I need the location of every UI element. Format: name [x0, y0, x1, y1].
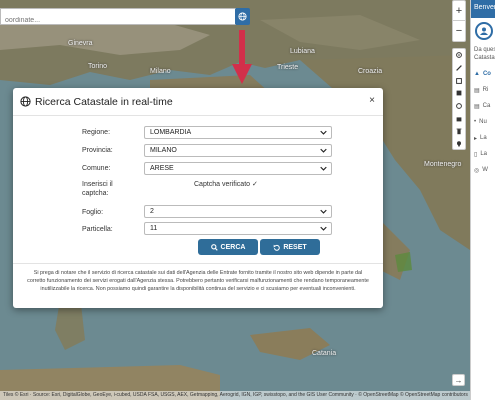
map-label-milano: Milano	[150, 68, 171, 75]
circle-icon	[456, 103, 462, 109]
chevron-down-icon	[320, 226, 327, 231]
close-icon[interactable]: ×	[369, 96, 375, 106]
pencil-icon	[456, 65, 462, 71]
map-label-lubiana: Lubiana	[290, 48, 315, 55]
search-button[interactable]	[235, 8, 250, 25]
globe-icon	[238, 12, 247, 21]
provincia-select[interactable]: MILANO	[144, 144, 332, 157]
map-attribution: Tiles © Esri · Source: Esri, DigitalGlob…	[0, 391, 495, 400]
avatar[interactable]	[475, 22, 493, 40]
pin-icon: •	[474, 119, 477, 125]
particella-value: 11	[150, 225, 158, 232]
bookmark-icon: ▸	[474, 135, 478, 142]
draw-circle-button[interactable]	[453, 100, 465, 113]
foglio-label: Foglio:	[82, 209, 104, 216]
zoom-out-button[interactable]: −	[453, 21, 465, 41]
panel-item-layer-2[interactable]: ▯ La	[471, 146, 495, 162]
chevron-down-icon	[320, 209, 327, 214]
map-label-ginevra: Ginevra	[68, 40, 93, 47]
side-panel: Benvenuto Da questo Catastale. ▲Co ▤Ri ▤…	[470, 0, 495, 400]
draw-polygon-button[interactable]	[453, 74, 465, 87]
map-label-torino: Torino	[88, 63, 108, 70]
comune-value: ARESE	[150, 165, 174, 172]
zoom-in-button[interactable]: +	[453, 1, 465, 21]
cerca-label: CERCA	[220, 243, 246, 251]
polygon-icon	[456, 77, 462, 84]
panel-item-numero[interactable]: • Nu	[471, 114, 495, 130]
particella-select[interactable]: 11	[144, 222, 332, 235]
map-label-trieste: Trieste	[277, 64, 299, 71]
reset-button[interactable]: RESET	[260, 239, 320, 255]
map-label-montenegro: Montenegro	[424, 161, 462, 168]
trash-icon	[456, 129, 462, 135]
comune-label: Comune:	[82, 165, 111, 172]
map-label-catania: Catania	[312, 350, 337, 357]
regione-label: Regione:	[82, 129, 111, 136]
panel-intro-line-2: Catastale.	[474, 55, 495, 61]
edit-icon	[456, 117, 462, 122]
panel-item-catastale[interactable]: ▤ Ca	[471, 98, 495, 114]
particella-label: Particella:	[82, 226, 113, 233]
chevron-down-icon	[320, 148, 327, 153]
map-label-croazia: Croazia	[358, 68, 383, 75]
captcha-label-line-2: captcha:	[82, 190, 109, 197]
file-icon: ▯	[474, 151, 478, 158]
square-icon	[456, 91, 462, 96]
expand-panel-button[interactable]: →	[452, 374, 465, 386]
marker-button[interactable]	[453, 138, 465, 151]
search-icon	[210, 243, 218, 251]
regione-value: LOMBARDIA	[150, 129, 192, 136]
edit-button[interactable]	[453, 112, 465, 125]
captcha-status: Captcha verificato ✓	[194, 181, 258, 188]
draw-line-button[interactable]	[453, 62, 465, 75]
provincia-value: MILANO	[150, 147, 177, 154]
chevron-down-icon	[320, 130, 327, 135]
user-icon	[480, 27, 488, 35]
document-icon: ▤	[474, 103, 480, 110]
globe-icon: ◎	[474, 167, 480, 174]
graduation-icon: ▲	[474, 71, 480, 77]
foglio-select[interactable]: 2	[144, 205, 332, 218]
pointer-arrow-icon	[232, 30, 252, 84]
panel-item-layer-1[interactable]: ▸ La	[471, 130, 495, 146]
chevron-down-icon	[320, 166, 327, 171]
regione-select[interactable]: LOMBARDIA	[144, 126, 332, 139]
undo-icon	[274, 244, 281, 251]
delete-button[interactable]	[453, 125, 465, 138]
panel-item-ricerca[interactable]: ▤ Ri	[471, 82, 495, 98]
crosshair-icon	[456, 52, 462, 59]
locate-button[interactable]	[453, 49, 465, 62]
map-tools-bar	[452, 48, 466, 150]
dialog-title: Ricerca Catastale in real-time	[35, 95, 173, 108]
panel-intro-line-1: Da questo	[474, 47, 495, 53]
foglio-value: 2	[150, 208, 154, 215]
reset-label: RESET	[283, 243, 307, 251]
panel-item-web[interactable]: ◎ W	[471, 162, 495, 178]
coordinate-search-box	[0, 8, 236, 28]
panel-item-catasto[interactable]: ▲ Co	[471, 66, 495, 82]
cerca-button[interactable]: CERCA	[198, 239, 258, 255]
zoom-control: + −	[452, 0, 466, 42]
panel-header: Benvenuto	[471, 0, 495, 18]
coordinate-search-input[interactable]	[1, 13, 235, 28]
provincia-label: Provincia:	[82, 147, 113, 154]
catasto-search-dialog: Ricerca Catastale in real-time × Regione…	[13, 88, 383, 308]
globe-icon	[20, 96, 31, 107]
captcha-label-line-1: Inserisci il	[82, 181, 113, 188]
dialog-header: Ricerca Catastale in real-time	[13, 88, 383, 116]
draw-rectangle-button[interactable]	[453, 87, 465, 100]
dialog-disclaimer: Si prega di notare che il servizio di ri…	[13, 263, 383, 308]
map-pin-icon	[457, 141, 461, 148]
document-icon: ▤	[474, 87, 480, 94]
comune-select[interactable]: ARESE	[144, 162, 332, 175]
